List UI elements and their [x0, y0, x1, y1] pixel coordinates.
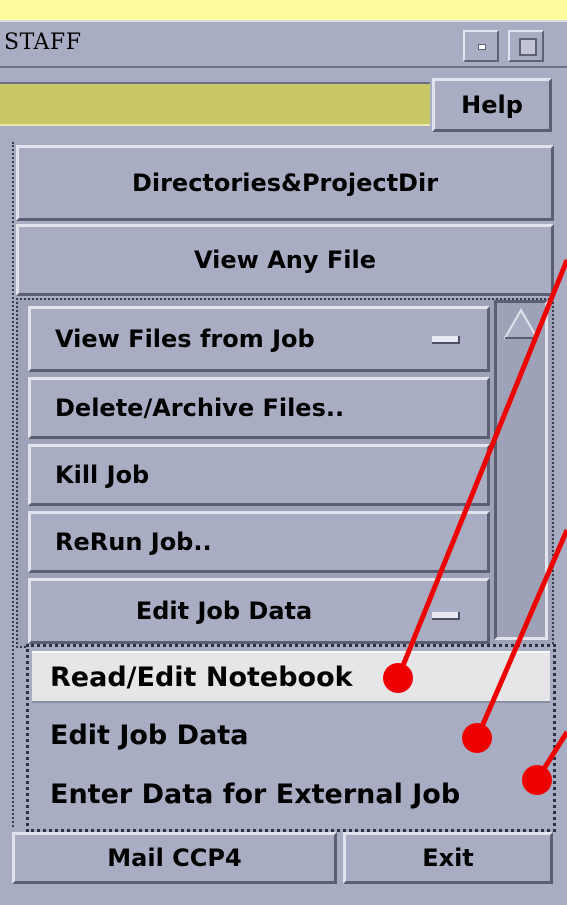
annotation-overlay: [383, 259, 567, 795]
annotation-line: [395, 259, 567, 679]
annotation-dot: [462, 723, 492, 753]
annotation-line: [474, 529, 567, 739]
annotation-dot: [383, 663, 413, 693]
annotation-dot: [522, 765, 552, 795]
